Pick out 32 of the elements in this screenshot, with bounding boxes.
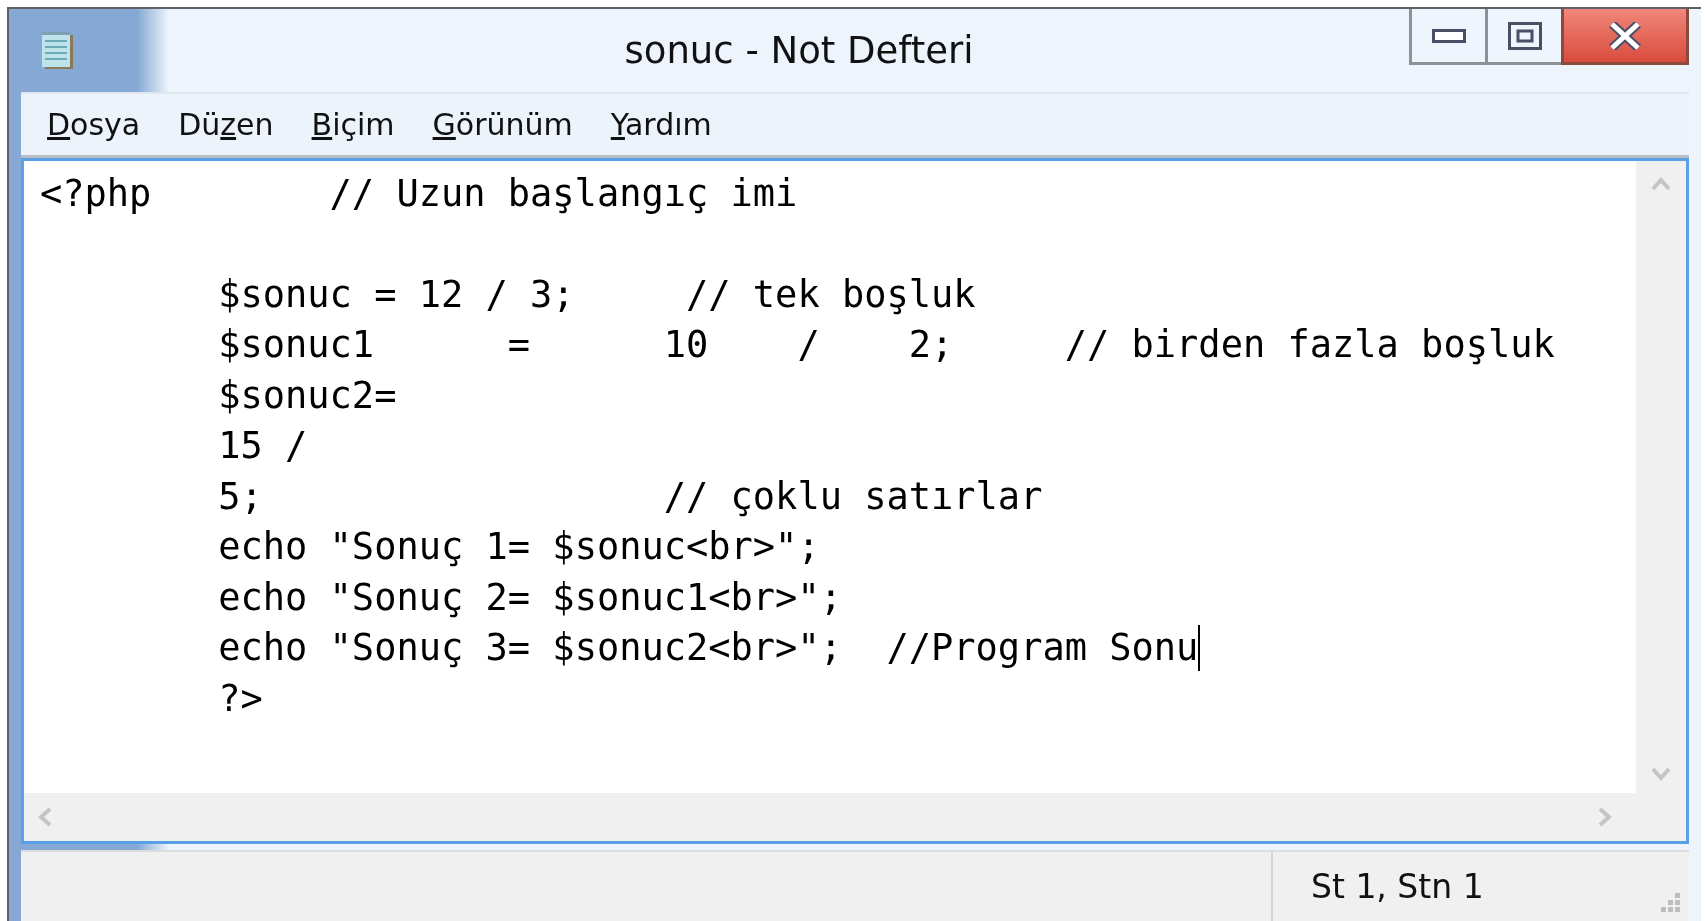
window-title: sonuc - Not Defteri xyxy=(623,28,975,72)
code-line: $sonuc2= xyxy=(217,372,397,419)
close-button[interactable] xyxy=(1561,9,1689,65)
code-line: 5; // çoklu satırlar xyxy=(217,473,1043,520)
menu-item[interactable]: Biçim xyxy=(295,102,411,146)
restore-button[interactable] xyxy=(1485,9,1561,65)
code-line: $sonuc1 = 10 / 2; // birden fazla boşluk xyxy=(217,322,1555,369)
code-line: echo "Sonuç 2= $sonuc1<br>"; xyxy=(217,574,842,621)
code-line: <?php // Uzun başlangıç imi xyxy=(40,170,798,217)
code-line: 15 / xyxy=(217,423,308,470)
code-line: ?> xyxy=(217,675,263,722)
scroll-up-icon[interactable] xyxy=(1651,176,1671,191)
minimize-button[interactable] xyxy=(1409,9,1485,65)
menu-item[interactable]: Yardım xyxy=(594,102,728,146)
horizontal-scrollbar[interactable] xyxy=(24,793,1636,842)
restore-icon xyxy=(1507,21,1542,50)
minimize-icon xyxy=(1431,28,1466,43)
menu-item[interactable]: Dosya xyxy=(31,102,157,146)
text-editor[interactable] xyxy=(21,157,1689,845)
code-line: $sonuc = 12 / 3; // tek boşluk xyxy=(217,271,976,318)
notepad-icon xyxy=(39,31,75,71)
menu-item[interactable]: Görünüm xyxy=(416,102,589,146)
close-icon xyxy=(1609,21,1641,50)
code-line: echo "Sonuç 1= $sonuc<br>"; xyxy=(217,524,820,571)
scroll-down-icon[interactable] xyxy=(1651,767,1671,782)
menu-item[interactable]: Düzen xyxy=(162,102,290,146)
code-line: echo "Sonuç 3= $sonuc2<br>"; //Program Sonu xyxy=(217,625,1199,672)
scroll-right-icon[interactable] xyxy=(1598,807,1612,828)
vertical-scrollbar[interactable] xyxy=(1636,160,1686,794)
resize-grip-icon[interactable] xyxy=(1661,893,1681,913)
cursor-position: St 1, Stn 1 xyxy=(1311,867,1485,907)
scroll-left-icon[interactable] xyxy=(38,807,52,828)
